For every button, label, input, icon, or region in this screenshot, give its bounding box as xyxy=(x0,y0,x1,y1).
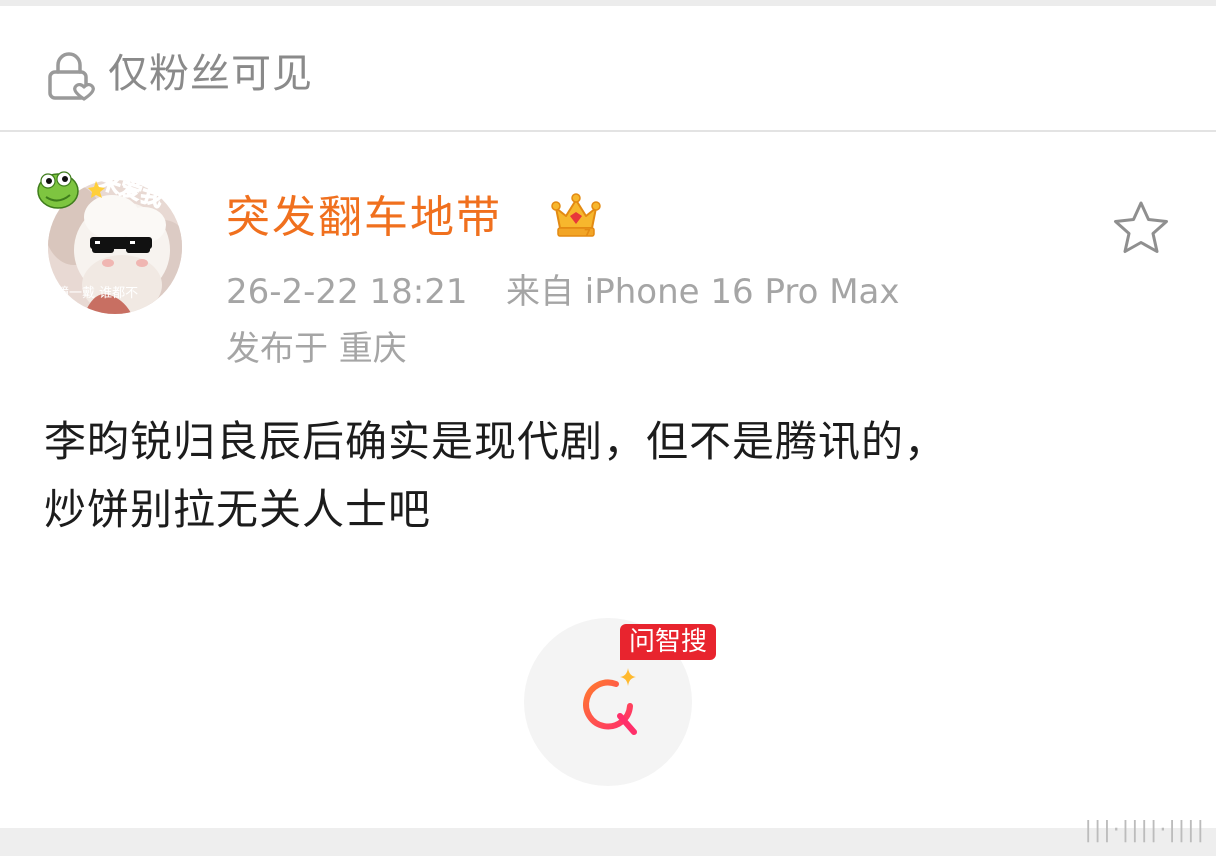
bottom-strip xyxy=(0,828,1216,856)
watermark: |||·||||·|||| xyxy=(1084,818,1206,843)
post-location: 发布于 重庆 xyxy=(226,329,407,369)
lock-heart-icon xyxy=(48,52,95,101)
favorite-star-icon[interactable] xyxy=(1110,198,1172,258)
frog-sticker-icon xyxy=(37,171,79,209)
visibility-bar: 仅粉丝可见 xyxy=(0,6,1216,130)
ai-search-icon xyxy=(583,668,637,735)
author-avatar[interactable]: 镜一戴 谁都不 来爱我 xyxy=(34,165,188,319)
divider xyxy=(0,130,1216,132)
post-source: 来自 iPhone 16 Pro Max xyxy=(506,272,900,312)
post-content-line: 炒饼别拉无关人士吧 xyxy=(44,485,432,534)
post-content-line: 李昀锐归良辰后确实是现代剧，但不是腾讯的， xyxy=(44,417,948,466)
svg-text:7: 7 xyxy=(584,228,591,239)
post-content: 李昀锐归良辰后确实是现代剧，但不是腾讯的， 炒饼别拉无关人士吧 xyxy=(44,408,1164,544)
post-time: 26-2-22 18:21 xyxy=(226,272,468,312)
wenzhisou-badge: 问智搜 xyxy=(620,624,716,660)
author-name[interactable]: 突发翻车地带 xyxy=(226,190,502,246)
svg-text:镜一戴 谁都不: 镜一戴 谁都不 xyxy=(56,286,138,301)
vip-crown-icon[interactable]: 7 xyxy=(548,190,604,242)
visibility-label: 仅粉丝可见 xyxy=(108,51,313,97)
avatar-caption: 镜一戴 谁都不 xyxy=(56,286,138,301)
